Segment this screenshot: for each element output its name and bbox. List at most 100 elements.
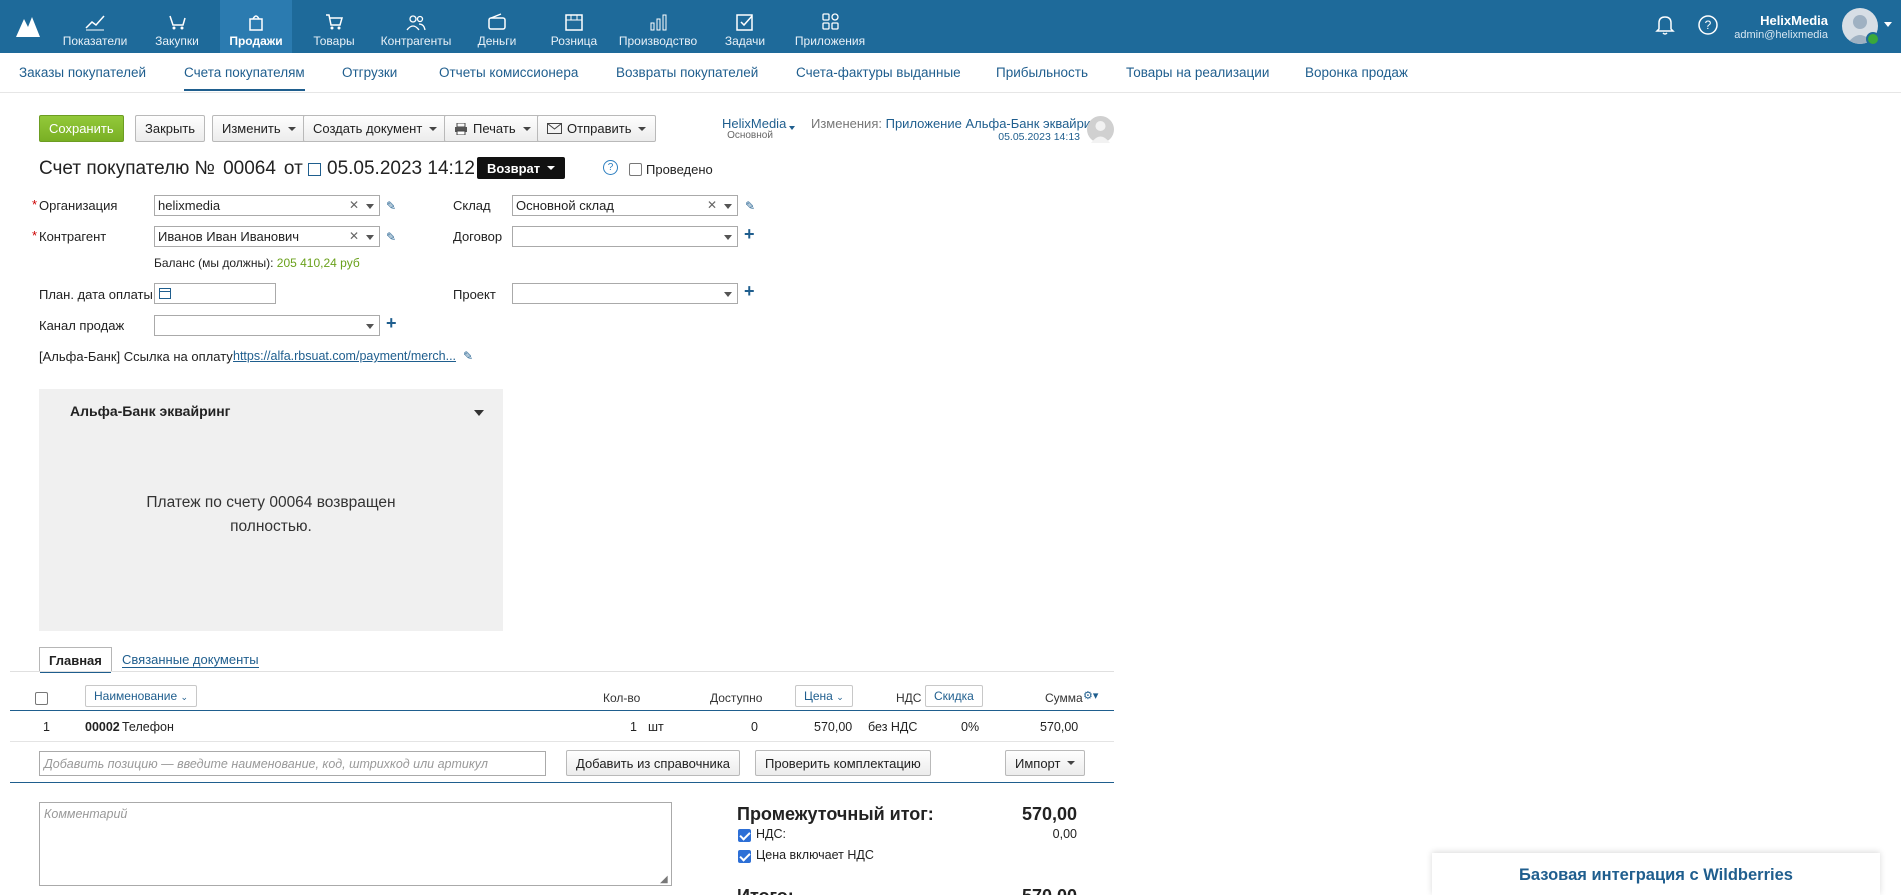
user-name[interactable]: HelixMedia: [1700, 13, 1828, 28]
add-position-input[interactable]: Добавить позицию — введите наименование,…: [39, 751, 546, 776]
add-project-plus-icon[interactable]: +: [744, 281, 755, 302]
subnav-invoices-issued[interactable]: Счета-фактуры выданные: [796, 65, 961, 80]
nav-item-tasks[interactable]: Задачи: [718, 0, 772, 53]
envelope-icon: [547, 123, 562, 134]
row-discount[interactable]: 0%: [961, 720, 979, 734]
price-includes-vat-checkbox[interactable]: [738, 850, 751, 863]
row-sum: 570,00: [1040, 720, 1079, 734]
column-discount-button[interactable]: Скидка: [925, 685, 983, 707]
plan-date-input[interactable]: [154, 283, 276, 304]
import-button[interactable]: Импорт: [1005, 750, 1086, 776]
nav-item-contractors[interactable]: Контрагенты: [378, 0, 454, 53]
column-name-sort[interactable]: Наименование ⌄: [85, 685, 198, 707]
subnav-commission-reports[interactable]: Отчеты комиссионера: [439, 65, 578, 80]
select-all-checkbox[interactable]: [35, 692, 48, 705]
pencil-icon[interactable]: ✎: [386, 230, 398, 244]
changes-label: Изменения:: [811, 116, 882, 131]
column-price-sort[interactable]: Цена ⌄: [795, 685, 853, 707]
resize-handle-icon[interactable]: ◢: [660, 874, 668, 885]
row-unit: шт: [648, 720, 664, 734]
pencil-icon[interactable]: ✎: [463, 349, 475, 363]
calendar-icon[interactable]: [159, 287, 171, 299]
close-button[interactable]: Закрыть: [135, 115, 206, 142]
save-button[interactable]: Сохранить: [39, 115, 124, 142]
user-menu-caret-icon[interactable]: [1884, 22, 1892, 27]
nav-item-label: Товары: [313, 34, 355, 48]
subnav-sales-funnel[interactable]: Воронка продаж: [1305, 65, 1408, 80]
return-button[interactable]: Возврат: [477, 157, 566, 179]
chevron-down-icon[interactable]: [366, 235, 374, 240]
row-qty[interactable]: 1: [630, 720, 637, 734]
vat-checkbox[interactable]: [738, 829, 751, 842]
clear-icon[interactable]: ✕: [349, 229, 359, 243]
changes-value[interactable]: Приложение Альфа-Банк эквайринг: [886, 116, 1103, 131]
nav-item-money[interactable]: Деньги: [470, 0, 524, 53]
document-date[interactable]: 05.05.2023 14:12: [327, 158, 475, 180]
subnav-customer-returns[interactable]: Возвраты покупателей: [616, 65, 758, 80]
row-price[interactable]: 570,00: [814, 720, 852, 734]
nav-item-sales[interactable]: Продажи: [220, 0, 292, 53]
pencil-icon[interactable]: ✎: [386, 199, 398, 213]
add-contract-plus-icon[interactable]: +: [744, 224, 755, 245]
page-title: Счет покупателю № 00064 от: [39, 158, 303, 180]
nav-item-purchases[interactable]: Закупки: [146, 0, 208, 53]
clear-icon[interactable]: ✕: [349, 198, 359, 212]
nav-item-retail[interactable]: Розница: [546, 0, 602, 53]
bar-chart-icon: [650, 14, 667, 31]
chevron-down-icon: ⌄: [180, 692, 189, 702]
subnav-profitability[interactable]: Прибыльность: [996, 65, 1088, 80]
gear-icon[interactable]: ⚙▾: [1083, 689, 1098, 702]
print-button[interactable]: Печать: [444, 115, 541, 142]
chevron-down-icon[interactable]: [366, 324, 374, 329]
chevron-down-icon[interactable]: [724, 292, 732, 297]
warehouse-select[interactable]: Основной склад ✕: [512, 195, 738, 216]
check-kit-button[interactable]: Проверить комплектацию: [755, 750, 931, 776]
chevron-down-icon[interactable]: [724, 235, 732, 240]
nav-item-production[interactable]: Производство: [618, 0, 698, 53]
question-icon[interactable]: ?: [603, 160, 618, 175]
column-sum: Сумма: [1045, 691, 1083, 705]
nav-item-indicators[interactable]: Показатели: [58, 0, 132, 53]
column-vat: НДС: [896, 691, 922, 705]
row-name[interactable]: Телефон: [122, 720, 174, 734]
organization-link[interactable]: HelixMedia: [722, 116, 786, 131]
chevron-down-icon[interactable]: [366, 204, 374, 209]
nav-item-goods[interactable]: Товары: [304, 0, 364, 53]
column-available: Доступно: [710, 691, 763, 705]
nav-item-apps[interactable]: Приложения: [792, 0, 868, 53]
add-from-catalog-button[interactable]: Добавить из справочника: [566, 750, 741, 776]
row-vat[interactable]: без НДС: [868, 720, 917, 734]
add-channel-plus-icon[interactable]: +: [386, 313, 397, 334]
project-select[interactable]: [512, 283, 738, 304]
subnav-consignment-goods[interactable]: Товары на реализации: [1126, 65, 1269, 80]
sales-channel-select[interactable]: [154, 315, 380, 336]
save-button-label: Сохранить: [49, 121, 114, 136]
comment-textarea[interactable]: Комментарий: [39, 802, 672, 886]
edit-button[interactable]: Изменить: [212, 115, 306, 142]
create-document-button[interactable]: Создать документ: [303, 115, 448, 142]
organization-select[interactable]: helixmedia ✕: [154, 195, 380, 216]
contract-select[interactable]: [512, 226, 738, 247]
chevron-down-icon[interactable]: [724, 204, 732, 209]
counterparty-select[interactable]: Иванов Иван Иванович ✕: [154, 226, 380, 247]
posted-checkbox[interactable]: [629, 163, 642, 176]
user-email[interactable]: admin@helixmedia: [1700, 29, 1828, 41]
document-number[interactable]: 00064: [223, 158, 276, 179]
wildberries-integration-banner[interactable]: Базовая интеграция с Wildberries: [1432, 853, 1880, 895]
subnav-customer-invoices[interactable]: Счета покупателям: [184, 65, 305, 91]
subnav-customer-orders[interactable]: Заказы покупателей: [19, 65, 146, 80]
chevron-down-icon[interactable]: [789, 126, 795, 130]
calendar-icon[interactable]: [308, 163, 321, 176]
clear-icon[interactable]: ✕: [707, 198, 717, 212]
bell-icon[interactable]: [1655, 14, 1675, 36]
subnav-shipments[interactable]: Отгрузки: [342, 65, 397, 80]
collapse-caret-icon[interactable]: [474, 410, 484, 416]
nav-item-label: Розница: [550, 34, 598, 48]
moysklad-logo-icon[interactable]: [14, 13, 42, 39]
send-button[interactable]: Отправить: [537, 115, 657, 142]
pencil-icon[interactable]: ✎: [745, 199, 757, 213]
tab-related-documents[interactable]: Связанные документы: [122, 652, 259, 668]
tab-main[interactable]: Главная: [39, 647, 112, 673]
payment-link[interactable]: https://alfa.rbsuat.com/payment/merch...: [233, 349, 456, 363]
title-from: от: [283, 158, 303, 179]
